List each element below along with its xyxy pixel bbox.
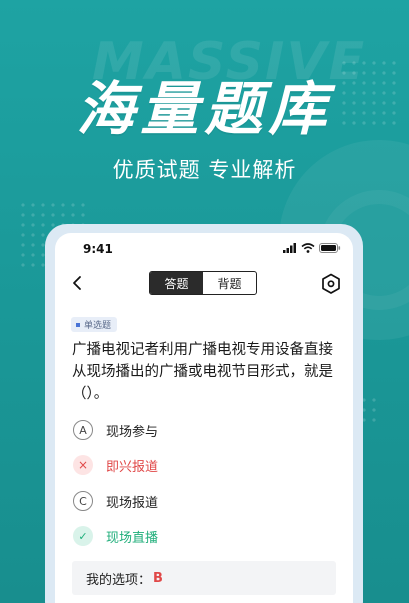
option-d-text: 现场直播	[106, 530, 159, 546]
my-choice-value: B	[153, 570, 163, 586]
question-type-tag: 单选题	[71, 317, 118, 332]
tab-memorize[interactable]: 背题	[203, 272, 256, 294]
check-mark-icon: ✓	[73, 526, 93, 546]
hero-title: 海量题库	[76, 75, 333, 143]
option-c-text: 现场报道	[106, 495, 159, 511]
signal-icon	[283, 243, 296, 253]
mode-segmented-control: 答题 背题	[149, 271, 257, 295]
status-time: 9:41	[83, 242, 113, 256]
phone-screen: 9:41 答题 背题 单选题 广播电视记者利用广播电视专用设备直接从现场播出的广…	[55, 233, 353, 603]
my-choice-label: 我的选项：	[86, 572, 152, 588]
settings-icon[interactable]	[321, 273, 341, 295]
wrong-mark-icon: ×	[73, 455, 93, 475]
back-icon[interactable]	[71, 274, 85, 292]
option-a-text: 现场参与	[106, 424, 159, 440]
status-bar: 9:41	[55, 233, 353, 263]
option-a[interactable]: A 现场参与	[73, 419, 158, 441]
battery-icon	[319, 243, 341, 253]
system-icons	[283, 243, 341, 253]
option-b-text: 即兴报道	[106, 459, 159, 475]
option-c-badge: C	[73, 491, 93, 511]
my-choice-box: 我的选项： B	[72, 561, 336, 595]
question-text: 广播电视记者利用广播电视专用设备直接从现场播出的广播或电视节目形式，就是（）。	[72, 342, 333, 402]
option-b[interactable]: × 即兴报道	[73, 454, 158, 476]
tab-answer[interactable]: 答题	[150, 272, 203, 294]
option-d[interactable]: ✓ 现场直播	[73, 525, 158, 547]
nav-bar: 答题 背题	[55, 269, 353, 299]
hero-subtitle: 优质试题 专业解析	[112, 158, 297, 182]
wifi-icon	[301, 243, 315, 253]
question-type-label: 单选题	[84, 321, 112, 331]
option-c[interactable]: C 现场报道	[73, 490, 158, 512]
option-a-badge: A	[73, 420, 93, 440]
tag-square-icon	[76, 322, 80, 327]
